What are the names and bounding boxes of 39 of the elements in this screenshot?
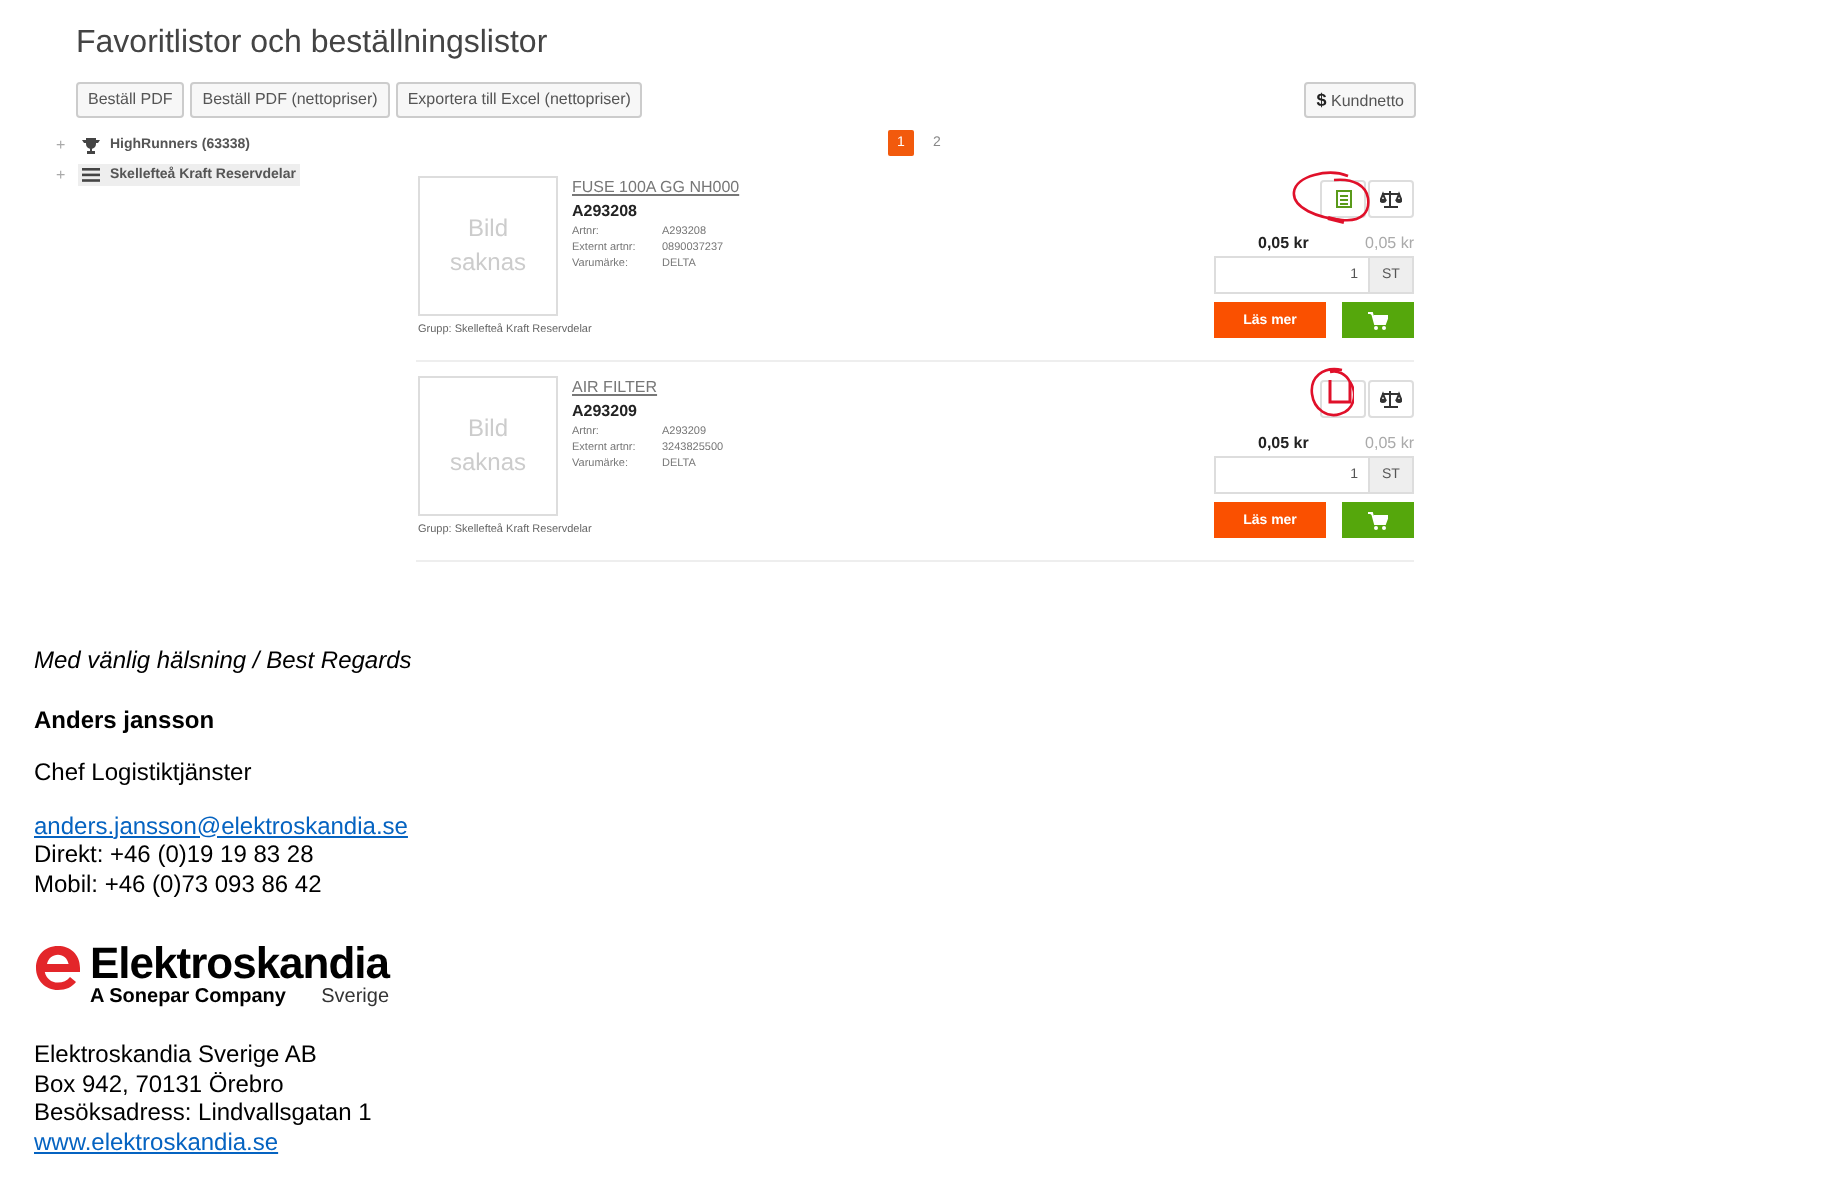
logo-mark-icon xyxy=(34,944,82,992)
cart-icon xyxy=(1368,311,1388,329)
address-text: Box 942, 70131 Örebro xyxy=(34,1069,284,1098)
greeting-text: Med vänlig hälsning / Best Regards xyxy=(34,646,414,675)
cart-icon xyxy=(1368,511,1388,529)
brand-name: Elektroskandia xyxy=(90,942,390,986)
list-price: 0,05 kr xyxy=(1365,434,1414,454)
add-to-cart-button[interactable] xyxy=(1342,502,1414,538)
product-link[interactable]: AIR FILTER xyxy=(572,376,724,400)
product-link[interactable]: FUSE 100A GG NH000 xyxy=(572,176,740,200)
email-link[interactable]: anders.jansson@elektroskandia.se xyxy=(34,811,408,840)
compare-button[interactable] xyxy=(1368,380,1414,418)
page-title: Favoritlistor och beställningslistor xyxy=(76,24,550,64)
scales-icon xyxy=(1380,390,1402,408)
brand-region: Sverige xyxy=(321,986,390,1010)
phone-text: Mobil: +46 (0)73 093 86 42 xyxy=(34,869,322,898)
add-to-cart-button[interactable] xyxy=(1342,302,1414,338)
net-price: 0,05 kr xyxy=(1258,434,1309,454)
scales-icon xyxy=(1380,190,1402,208)
address-text: Besöksadress: Lindvallsgatan 1 xyxy=(34,1098,372,1127)
list-icon xyxy=(82,168,100,182)
phone-text: Direkt: +46 (0)19 19 83 28 xyxy=(34,840,314,869)
action-button[interactable]: Exportera till Excel (nettopriser) xyxy=(395,82,643,118)
net-price: 0,05 kr xyxy=(1258,234,1309,254)
product-number: A293208 xyxy=(572,200,639,222)
list-price: 0,05 kr xyxy=(1365,234,1414,254)
product-number: A293209 xyxy=(572,400,639,422)
list-icon xyxy=(1335,190,1351,208)
action-button[interactable]: Beställ PDF (nettopriser) xyxy=(190,82,390,118)
price-toggle-button[interactable]: $ Kundnetto xyxy=(1304,82,1416,118)
list-toggle-button[interactable] xyxy=(1320,180,1366,218)
address-text: Elektroskandia Sverige AB xyxy=(34,1040,317,1069)
brand-tagline: A Sonepar Company xyxy=(90,986,286,1010)
website-link[interactable]: www.elektroskandia.se xyxy=(34,1127,279,1156)
trophy-icon xyxy=(82,137,100,153)
sender-name: Anders jansson xyxy=(34,705,217,734)
sender-role: Chef Logistiktjänster xyxy=(34,758,254,787)
compare-button[interactable] xyxy=(1368,180,1414,218)
action-button[interactable]: Beställ PDF xyxy=(76,82,185,118)
